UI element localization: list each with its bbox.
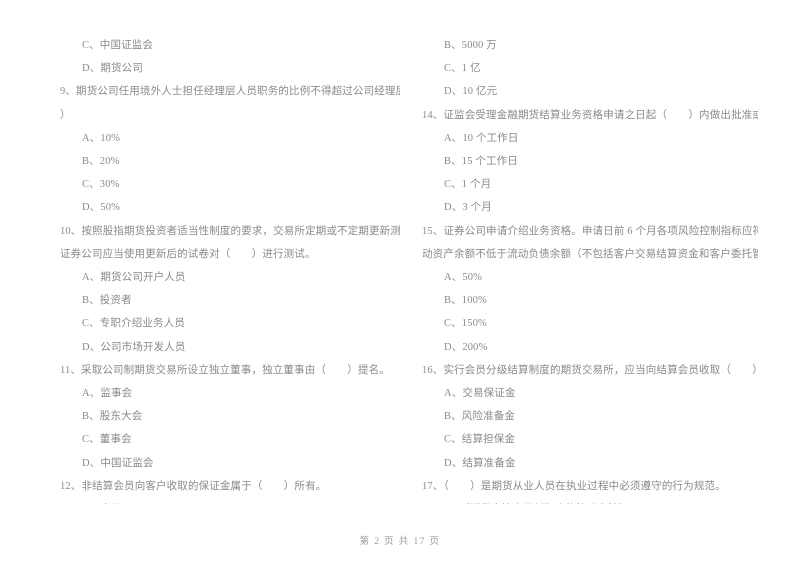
question-17: 17、（ ）是期货从业人员在执业过程中必须遵守的行为规范。 A、《期货高管人员任… [422, 475, 754, 504]
option-item: D、结算准备金 [444, 457, 516, 469]
question-9: 9、期货公司任用境外人士担任经理层人员职务的比例不得超过公司经理层人员总数的（ … [60, 80, 400, 219]
option-item: C、专职介绍业务人员 [82, 318, 186, 330]
question-11: 11、采取公司制期货交易所设立独立董事，独立董事由（ ）提名。 A、监事会 B、… [60, 359, 390, 475]
option-item: A、《期货高管人员任职资格管理办法》 [422, 498, 754, 504]
question-12: 12、非结算会员向客户收取的保证金属于（ ）所有。 A、会员 B、客户 C、期货… [60, 475, 386, 504]
option-item: B、15 个工作日 [444, 156, 518, 168]
question-stem: 9、期货公司任用境外人士担任经理层人员职务的比例不得超过公司经理层人员总数的（ [60, 86, 400, 98]
option-item: D、中国证监会 [82, 457, 154, 469]
question-10: 10、按照股指期货投资者适当性制度的要求，交易所定期或不定期更新测试试卷。期货公… [60, 220, 400, 359]
option-item: D、3 个月 [444, 202, 492, 214]
option-item: A、期货公司开户人员 [82, 272, 186, 284]
option-item: C、中国证监会 [82, 40, 154, 51]
option-item: D、10 亿元 [444, 86, 498, 98]
page-footer: 第 2 页 共 17 页 [359, 537, 441, 547]
question-stem: 17、（ ）是期货从业人员在执业过程中必须遵守的行为规范。 [422, 480, 726, 492]
option-item: A、10% [82, 132, 121, 144]
option-item: A、会员 [60, 498, 386, 504]
option-item: D、50% [82, 202, 121, 214]
option-item: B、投资者 [82, 295, 132, 307]
option-item: C、150% [444, 318, 487, 330]
option-item: B、5000 万 [444, 40, 497, 51]
option-item: C、结算担保金 [444, 434, 516, 446]
question-14: 14、证监会受理金融期货结算业务资格申请之日起（ ）内做出批准或不批准的决定。 … [422, 104, 758, 220]
exam-page: C、中国证监会 D、期货公司 9、期货公司任用境外人士担任经理层人员职务的比例不… [0, 0, 800, 565]
question-stem: 11、采取公司制期货交易所设立独立董事，独立董事由（ ）提名。 [60, 364, 390, 376]
option-item: B、股东大会 [82, 411, 143, 423]
option-item: C、1 个月 [444, 179, 492, 191]
option-item: A、50% [444, 272, 483, 284]
option-item: D、200% [444, 341, 488, 353]
question-stem-continuation: ） [60, 109, 71, 121]
option-item: C、1 亿 [444, 63, 481, 75]
question-stem: 10、按照股指期货投资者适当性制度的要求，交易所定期或不定期更新测试试卷。期货公… [60, 225, 400, 237]
question-stem: 15、证券公司申请介绍业务资格。申请日前 6 个月各项风险控制指标应符合规定标准… [422, 225, 758, 237]
option-item: A、交易保证金 [444, 388, 516, 400]
question-stem: 14、证监会受理金融期货结算业务资格申请之日起（ ）内做出批准或不批准的决定。 [422, 109, 758, 121]
option-item: B、100% [444, 295, 487, 307]
question-16: 16、实行会员分级结算制度的期货交易所，应当向结算会员收取（ ） A、交易保证金… [422, 359, 758, 475]
question-15: 15、证券公司申请介绍业务资格。申请日前 6 个月各项风险控制指标应符合规定标准… [422, 220, 758, 359]
question-stem: 16、实行会员分级结算制度的期货交易所，应当向结算会员收取（ ） [422, 364, 758, 376]
two-column-body: C、中国证监会 D、期货公司 9、期货公司任用境外人士担任经理层人员职务的比例不… [42, 34, 758, 504]
option-item: A、10 个工作日 [444, 132, 519, 144]
question-stem-continuation: 证券公司应当使用更新后的试卷对（ ）进行测试。 [60, 248, 316, 260]
option-item: C、30% [82, 179, 120, 191]
question-stem-continuation: 动资产余额不低于流动负债余额（不包括客户交易结算资金和客户委托管理资金）的（ ） [422, 248, 758, 260]
option-item: D、公司市场开发人员 [82, 341, 186, 353]
question-stem: 12、非结算会员向客户收取的保证金属于（ ）所有。 [60, 480, 327, 492]
option-item: C、董事会 [82, 434, 132, 446]
left-column: C、中国证监会 D、期货公司 9、期货公司任用境外人士担任经理层人员职务的比例不… [42, 34, 400, 504]
option-item: B、20% [82, 156, 120, 168]
right-column: B、5000 万 C、1 亿 D、10 亿元 14、证监会受理金融期货结算业务资… [400, 34, 758, 504]
option-item: D、期货公司 [82, 63, 143, 75]
option-item: A、监事会 [82, 388, 133, 400]
option-item: B、风险准备金 [444, 411, 516, 423]
